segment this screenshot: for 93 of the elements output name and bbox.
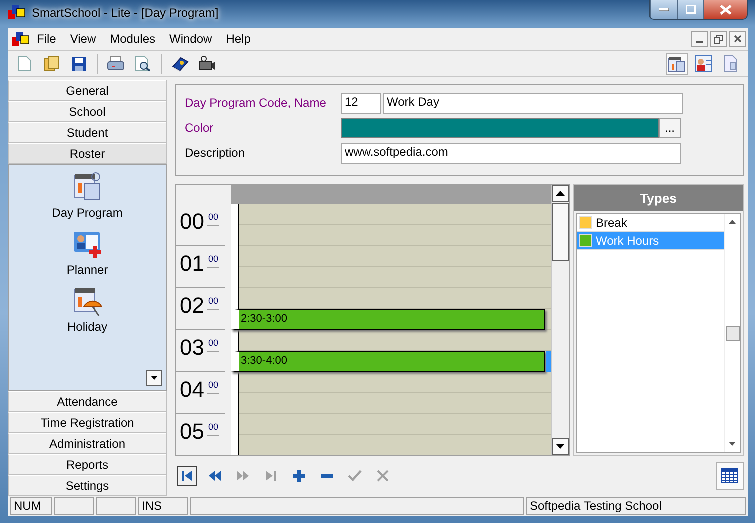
- close-button[interactable]: [703, 0, 747, 19]
- menu-item[interactable]: File: [30, 32, 64, 46]
- hour-label: 04: [180, 378, 204, 402]
- menu-item[interactable]: View: [63, 32, 104, 46]
- magnifier-page-icon: [135, 56, 151, 72]
- scroll-up-icon: [729, 220, 736, 224]
- event-bar[interactable]: 3:30-4:00: [231, 351, 545, 372]
- check-icon: [348, 469, 362, 483]
- document-icon: [723, 54, 739, 72]
- app-icon: [8, 5, 26, 19]
- description-field[interactable]: www.softpedia.com: [341, 142, 681, 164]
- navigator-button[interactable]: [177, 466, 197, 486]
- minimize-button[interactable]: [650, 0, 677, 19]
- minute-label: 00: [207, 380, 218, 394]
- minute-label: 00: [207, 338, 218, 352]
- sidebar-section[interactable]: Administration: [8, 433, 167, 454]
- status-text: Softpedia Testing School: [526, 497, 746, 515]
- document-icon: [18, 56, 32, 72]
- status-panel: [54, 497, 94, 515]
- scroll-down-icon: [729, 442, 736, 446]
- maximize-icon: [686, 5, 696, 14]
- close-icon: [734, 35, 742, 43]
- close-button[interactable]: [729, 31, 746, 47]
- code-field[interactable]: 12: [341, 92, 381, 114]
- hour-label: 02: [180, 294, 204, 318]
- browse-button[interactable]: ...: [659, 118, 681, 138]
- maximize-button[interactable]: [677, 0, 703, 19]
- plus-icon: [292, 469, 306, 483]
- window-title: SmartSchool - Lite - [Day Program]: [32, 5, 219, 21]
- minute-label: 00: [207, 296, 218, 310]
- projector-icon: [198, 56, 216, 72]
- minimize-icon: [659, 8, 669, 12]
- sidebar-section[interactable]: General: [8, 80, 167, 101]
- contact-view-button[interactable]: [693, 52, 715, 74]
- minute-label: 00: [207, 422, 218, 436]
- calendar-page-icon: [668, 54, 686, 72]
- restore-icon: [714, 34, 723, 44]
- status-text: INS: [138, 497, 188, 515]
- down-arrow-icon: [556, 444, 565, 449]
- color-field[interactable]: [341, 118, 659, 138]
- app-icon: [12, 32, 30, 46]
- module-item[interactable]: Planner: [66, 263, 108, 277]
- calendar-icon: [721, 468, 739, 484]
- calendar-umbrella-icon: [72, 285, 104, 317]
- status-text: NUM: [10, 497, 52, 515]
- scroll-thumb[interactable]: [552, 203, 569, 261]
- status-panel: [96, 497, 136, 515]
- scroll-down-button[interactable]: [552, 438, 569, 455]
- fast-forward-icon: [236, 469, 250, 483]
- menu-item[interactable]: Modules: [103, 32, 162, 46]
- hour-label: 01: [180, 252, 204, 276]
- scroll-thumb[interactable]: [726, 326, 740, 340]
- name-field[interactable]: Work Day: [383, 92, 683, 114]
- sidebar-section[interactable]: Reports: [8, 454, 167, 475]
- event-bar[interactable]: 2:30-3:00: [231, 309, 545, 330]
- sidebar-section[interactable]: Time Registration: [8, 412, 167, 433]
- hour-label: 05: [180, 420, 204, 444]
- sidebar-section[interactable]: Student: [8, 122, 167, 143]
- last-record-icon: [264, 469, 278, 483]
- field-label: Day Program Code, Name: [185, 96, 328, 110]
- restore-button[interactable]: [710, 31, 727, 47]
- sidebar-section[interactable]: Attendance: [8, 391, 167, 412]
- module-item[interactable]: Day Program: [52, 206, 123, 220]
- sidebar-section[interactable]: School: [8, 101, 167, 122]
- minute-label: 00: [207, 212, 218, 226]
- field-label: Color: [185, 121, 215, 135]
- calendar-page-icon: [72, 171, 104, 203]
- menu-item[interactable]: Window: [162, 32, 220, 46]
- sidebar-section[interactable]: Roster: [8, 143, 167, 164]
- minimize-button[interactable]: [691, 31, 708, 47]
- contact-card-icon: [695, 54, 713, 72]
- printer-icon: [107, 56, 125, 72]
- calendar-view-button[interactable]: [666, 52, 688, 74]
- book-icon: [171, 56, 189, 72]
- panel-title: Types: [574, 185, 743, 211]
- first-record-icon: [180, 469, 194, 483]
- menu-item[interactable]: Help: [219, 32, 258, 46]
- type-item[interactable]: Break: [577, 214, 724, 232]
- calendar-button[interactable]: [716, 462, 744, 490]
- up-arrow-icon: [556, 191, 565, 196]
- hour-label: 00: [180, 210, 204, 234]
- sidebar-section[interactable]: Settings: [8, 475, 167, 496]
- rewind-icon: [208, 469, 222, 483]
- close-icon: [376, 469, 390, 483]
- close-icon: [720, 4, 732, 14]
- hour-label: 03: [180, 336, 204, 360]
- minute-label: 00: [207, 254, 218, 268]
- module-item[interactable]: Holiday: [67, 320, 108, 334]
- dropdown-button[interactable]: [146, 370, 162, 386]
- caret-icon: [150, 376, 158, 380]
- scroll-up-button[interactable]: [552, 185, 569, 202]
- folder-icon: [44, 56, 60, 72]
- field-label: Description: [185, 146, 246, 160]
